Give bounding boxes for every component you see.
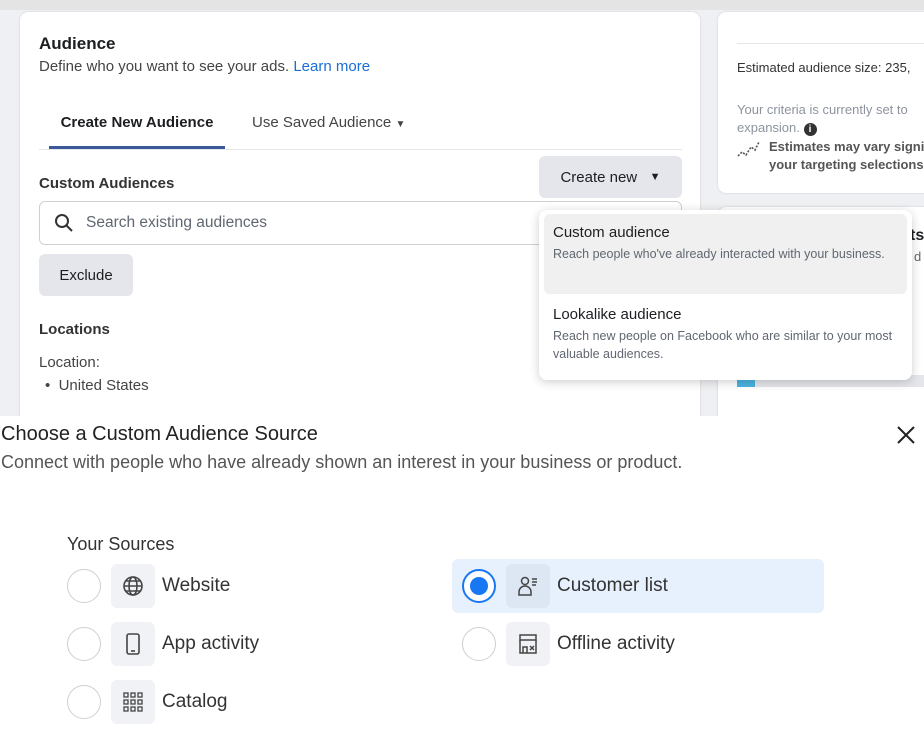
estimated-audience-size: Estimated audience size: 235, [737, 60, 911, 75]
source-label: Catalog [162, 691, 228, 712]
info-icon[interactable]: i [803, 123, 817, 136]
search-icon [55, 214, 73, 232]
create-new-dropdown: Custom audience Reach people who've alrea… [539, 210, 912, 380]
source-label: App activity [162, 633, 260, 654]
source-offline-activity[interactable]: Offline activity [462, 617, 675, 671]
close-icon[interactable] [896, 425, 916, 445]
tab-create-new-audience[interactable]: Create New Audience [49, 107, 225, 149]
store-icon [519, 634, 537, 654]
trend-icon [737, 141, 760, 157]
caret-down-icon: ▼ [395, 119, 406, 130]
location-item: • United States [45, 377, 149, 394]
expansion-text: expansion. i [737, 120, 817, 136]
divider [39, 149, 682, 150]
menu-item-desc: Reach people who've already interacted w… [553, 247, 885, 261]
radio-button[interactable] [462, 627, 496, 661]
menu-item-custom-audience[interactable]: Custom audience Reach people who've alrea… [544, 214, 907, 294]
radio-button[interactable] [67, 685, 101, 719]
source-website[interactable]: Website [67, 559, 230, 613]
tab-label: Use Saved Audience [252, 114, 392, 131]
top-strip [0, 0, 924, 10]
estimates-line-2: your targeting selections [769, 157, 924, 172]
tab-use-saved-audience[interactable]: Use Saved Audience ▼ [252, 114, 405, 131]
card-title-fragment: ts [910, 227, 924, 244]
custom-audiences-label: Custom Audiences [39, 175, 175, 192]
modal-subtitle: Connect with people who have already sho… [1, 452, 683, 472]
estimates-note: Estimates may vary signi your targeting s… [769, 138, 924, 174]
radio-button[interactable] [67, 569, 101, 603]
menu-item-title: Custom audience [553, 224, 670, 241]
audience-title: Audience [39, 34, 116, 53]
menu-item-title: Lookalike audience [553, 306, 682, 323]
your-sources-label: Your Sources [67, 534, 175, 554]
location-value: United States [58, 377, 149, 394]
card-text-fragment: d 1 [914, 249, 924, 264]
modal-title: Choose a Custom Audience Source [1, 423, 318, 445]
location-label: Location: [39, 354, 100, 371]
source-label: Website [162, 575, 231, 596]
globe-icon [123, 576, 143, 596]
create-new-label: Create new [560, 168, 638, 186]
audience-subtitle: Define who you want to see your ads. [39, 58, 290, 75]
source-label: Offline activity [557, 633, 675, 654]
criteria-text: Your criteria is currently set to [737, 102, 908, 117]
audience-size-card: Estimated audience size: 235, Your crite… [718, 12, 924, 193]
source-customer-list[interactable]: Customer list [452, 559, 824, 613]
create-new-button[interactable]: Create new ▼ [539, 156, 682, 198]
source-app-activity[interactable]: App activity [67, 617, 259, 671]
menu-item-lookalike-audience[interactable]: Lookalike audience Reach new people on Fa… [544, 296, 907, 376]
person-list-icon [518, 576, 537, 596]
custom-audience-source-modal: Choose a Custom Audience Source Connect … [0, 416, 924, 734]
source-label: Customer list [557, 575, 668, 596]
radio-button[interactable] [67, 627, 101, 661]
grid-icon [123, 692, 143, 712]
radio-button-selected[interactable] [462, 569, 496, 603]
learn-more-link[interactable]: Learn more [293, 58, 370, 75]
caret-down-icon: ▼ [649, 171, 661, 183]
divider [737, 43, 924, 44]
locations-label: Locations [39, 321, 110, 338]
estimates-line-1: Estimates may vary signi [769, 139, 924, 154]
search-placeholder: Search existing audiences [86, 214, 267, 231]
menu-item-desc: Reach new people on Facebook who are sim… [553, 329, 893, 361]
exclude-button[interactable]: Exclude [39, 254, 133, 296]
expansion-label: expansion. [737, 120, 800, 135]
source-catalog[interactable]: Catalog [67, 675, 228, 729]
ads-manager-background: Audience Define who you want to see your… [0, 0, 924, 416]
phone-icon [126, 633, 140, 655]
